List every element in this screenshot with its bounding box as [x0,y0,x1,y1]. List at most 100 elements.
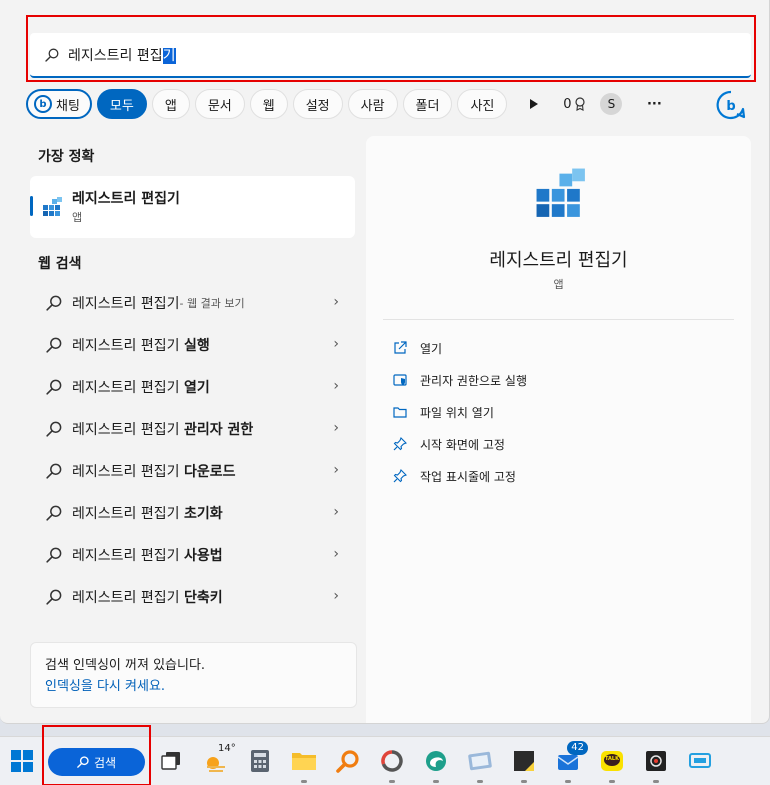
sticky-notes-icon[interactable] [508,745,540,783]
mail-app-icon[interactable]: 42 [552,741,588,783]
running-indicator [389,780,395,783]
more-options-icon[interactable]: ··· [640,89,668,119]
chevron-right-icon: › [333,420,339,436]
registry-editor-icon [42,196,64,218]
chevron-right-icon: › [333,378,339,394]
bing-icon: b [34,95,52,113]
indexing-notice: 검색 인덱싱이 꺼져 있습니다. 인덱싱을 다시 켜세요. [30,642,357,708]
search-panel: 레지스트리 편집기 b 채팅 모두 앱 문서 웹 설정 사람 폴더 사진 0 S… [0,0,770,724]
running-indicator [301,780,307,783]
web-search-list: 레지스트리 편집기 - 웹 결과 보기 › 레지스트리 편집기 실행 › 레지스… [30,282,355,618]
filter-photos[interactable]: 사진 [457,89,508,119]
indexing-off-text: 검색 인덱싱이 꺼져 있습니다. [45,658,206,673]
search-icon [46,547,62,563]
search-icon [46,505,62,521]
enable-indexing-link[interactable]: 인덱싱을 다시 켜세요. [45,676,342,697]
search-app-icon[interactable] [332,745,364,777]
edge-browser-icon[interactable] [420,745,452,783]
windows-start-icon[interactable] [6,745,38,777]
web-suggestion[interactable]: 레지스트리 편집기 사용법 › [30,534,355,576]
filter-bar: b 채팅 모두 앱 문서 웹 설정 사람 폴더 사진 0 S ··· [26,89,676,119]
chevron-right-icon: › [333,546,339,562]
web-suggestion[interactable]: 레지스트리 편집기 열기 › [30,366,355,408]
best-match-title: 가장 정확 [38,149,95,165]
details-app-name: 레지스트리 편집기 [489,250,628,271]
chevron-right-icon: › [333,504,339,520]
weather-widget[interactable]: 14° [200,743,236,777]
weather-temp: 14° [218,743,236,754]
best-match-result[interactable]: 레지스트리 편집기 앱 [30,176,355,238]
filter-settings[interactable]: 설정 [292,89,343,119]
filter-chat[interactable]: b 채팅 [26,89,92,119]
file-explorer-icon[interactable] [288,745,320,783]
web-suggestion[interactable]: 레지스트리 편집기 다운로드 › [30,450,355,492]
filter-web[interactable]: 웹 [249,89,288,119]
action-pin-to-start[interactable]: 시작 화면에 고정 [392,428,527,460]
action-open[interactable]: 열기 [392,332,527,364]
shield-icon [392,372,408,388]
rewards-points[interactable]: 0 [556,89,592,119]
photo-app-icon[interactable] [464,745,496,783]
best-match-type: 앱 [72,211,83,224]
action-run-as-admin[interactable]: 관리자 권한으로 실행 [392,364,527,396]
chevron-right-icon: › [333,294,339,310]
filter-apps[interactable]: 앱 [151,89,190,119]
search-input[interactable]: 레지스트리 편집기 [30,33,751,78]
web-result-view[interactable]: 레지스트리 편집기 - 웹 결과 보기 › [30,282,355,324]
running-indicator [521,780,527,783]
search-icon [77,756,89,768]
taskbar: 검색 14° 42 TALK [0,725,770,785]
search-icon [46,421,62,437]
avatar[interactable]: S [600,93,623,115]
medal-icon [574,97,585,111]
details-app-type: 앱 [553,278,564,291]
best-match-name: 레지스트리 편집기 [72,191,180,207]
search-icon [46,379,62,395]
registry-editor-large-icon [534,166,590,222]
folder-icon [392,404,408,420]
search-icon [42,45,62,65]
bing-chat-icon[interactable]: b [716,90,746,120]
action-pin-to-taskbar[interactable]: 작업 표시줄에 고정 [392,460,527,492]
search-query: 레지스트리 편집기 [68,47,176,64]
pin-icon [392,436,408,452]
details-actions: 열기 관리자 권한으로 실행 파일 위치 열기 시작 화면에 고정 작업 표시줄… [392,332,527,492]
running-indicator [565,780,571,783]
task-view-icon[interactable] [155,745,187,777]
details-pane: 레지스트리 편집기 앱 열기 관리자 권한으로 실행 파일 위치 열기 시작 화… [366,136,751,723]
taskbar-search-button[interactable]: 검색 [48,748,145,776]
running-indicator [609,780,615,783]
open-external-icon [392,340,408,356]
filter-people[interactable]: 사람 [347,89,398,119]
filter-folders[interactable]: 폴더 [402,89,453,119]
svg-text:b: b [726,99,735,114]
pin-icon [392,468,408,484]
running-indicator [477,780,483,783]
recorder-app-icon[interactable] [640,745,672,783]
remote-app-icon[interactable] [684,745,716,777]
mail-unread-badge: 42 [567,741,588,755]
kakaotalk-icon[interactable]: TALK [596,745,628,783]
chevron-right-icon: › [333,462,339,478]
web-suggestion[interactable]: 레지스트리 편집기 실행 › [30,324,355,366]
search-icon [46,295,62,311]
kakaotalk-label: TALK [605,756,619,762]
web-suggestion[interactable]: 레지스트리 편집기 단축키 › [30,576,355,618]
web-suggestion[interactable]: 레지스트리 편집기 초기화 › [30,492,355,534]
running-indicator [433,780,439,783]
web-search-title: 웹 검색 [38,256,82,272]
selection-indicator [30,196,33,216]
play-more-filters-icon[interactable] [520,89,548,119]
running-indicator [653,780,659,783]
search-icon [46,463,62,479]
search-icon [46,337,62,353]
search-icon [46,589,62,605]
filter-all[interactable]: 모두 [96,89,147,119]
calculator-icon[interactable] [244,745,276,777]
web-suggestion[interactable]: 레지스트리 편집기 관리자 권한 › [30,408,355,450]
divider [383,319,734,320]
filter-documents[interactable]: 문서 [194,89,245,119]
action-open-file-location[interactable]: 파일 위치 열기 [392,396,527,428]
snipping-tool-icon[interactable] [376,745,408,783]
chevron-right-icon: › [333,588,339,604]
